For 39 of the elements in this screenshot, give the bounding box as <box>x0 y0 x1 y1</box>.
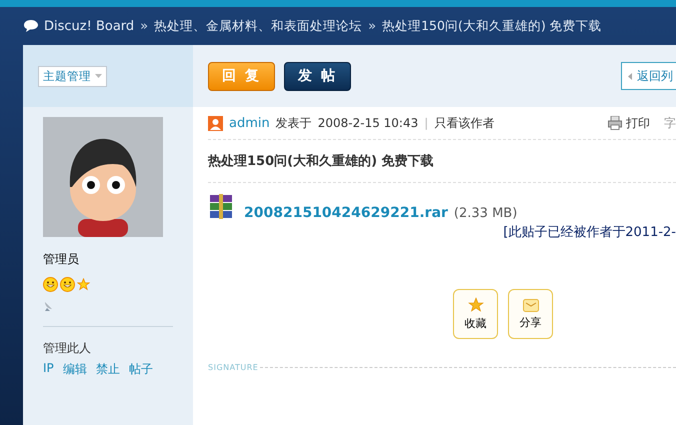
only-author-link[interactable]: 只看该作者 <box>434 114 494 132</box>
smiley-icon <box>60 277 75 292</box>
manage-user-link[interactable]: 编辑 <box>62 361 87 378</box>
back-to-list-link[interactable]: 返回列 <box>621 62 676 90</box>
manage-user-link[interactable]: 禁止 <box>96 361 120 378</box>
share-button[interactable]: 分享 <box>508 289 553 339</box>
breadcrumb-link[interactable]: 热处理150问(大和久重雄的) 免费下载 <box>382 18 602 34</box>
signature-label: SIGNATURE <box>208 363 258 372</box>
printer-icon <box>608 116 622 130</box>
posted-label: 发表于 <box>276 114 312 132</box>
user-group-label: 管理员 <box>43 251 80 268</box>
font-size-label[interactable]: 字 <box>664 114 676 132</box>
caret-icon <box>628 72 632 80</box>
attachment-link[interactable]: 200821510424629221.rar <box>244 205 448 221</box>
smiley-icon <box>43 277 58 292</box>
star-icon <box>77 278 90 291</box>
star-icon <box>468 297 484 313</box>
breadcrumb-link[interactable]: Discuz! Board <box>44 18 134 34</box>
meta-divider: | <box>424 116 428 130</box>
envelope-icon <box>522 298 538 312</box>
print-link[interactable]: 打印 <box>626 114 650 132</box>
manage-user-label: 管理此人 <box>43 340 92 357</box>
edit-note: [此贴子已经被作者于2011-2- <box>503 224 676 241</box>
caret-icon <box>95 74 102 78</box>
speech-bubble-icon <box>24 20 38 32</box>
favorite-button[interactable]: 收藏 <box>453 289 498 339</box>
topic-manage-dropdown[interactable]: 主题管理 <box>38 66 107 86</box>
user-icon <box>208 116 223 130</box>
satellite-dish-icon <box>43 301 54 312</box>
new-post-button[interactable]: 发 帖 <box>284 62 351 90</box>
breadcrumb-separator: » <box>368 18 376 34</box>
post-date: 2008-2-15 10:43 <box>318 116 418 130</box>
attachment-size: (2.33 MB) <box>454 206 518 221</box>
manage-user-link[interactable]: IP <box>43 361 54 378</box>
breadcrumb-link[interactable]: 热处理、金属材料、和表面处理论坛 <box>154 18 362 34</box>
post-title: 热处理150问(大和久重雄的) 免费下载 <box>206 152 435 171</box>
breadcrumb-separator: » <box>140 18 148 34</box>
manage-user-link[interactable]: 帖子 <box>128 361 153 378</box>
author-link[interactable]: admin <box>229 116 270 130</box>
